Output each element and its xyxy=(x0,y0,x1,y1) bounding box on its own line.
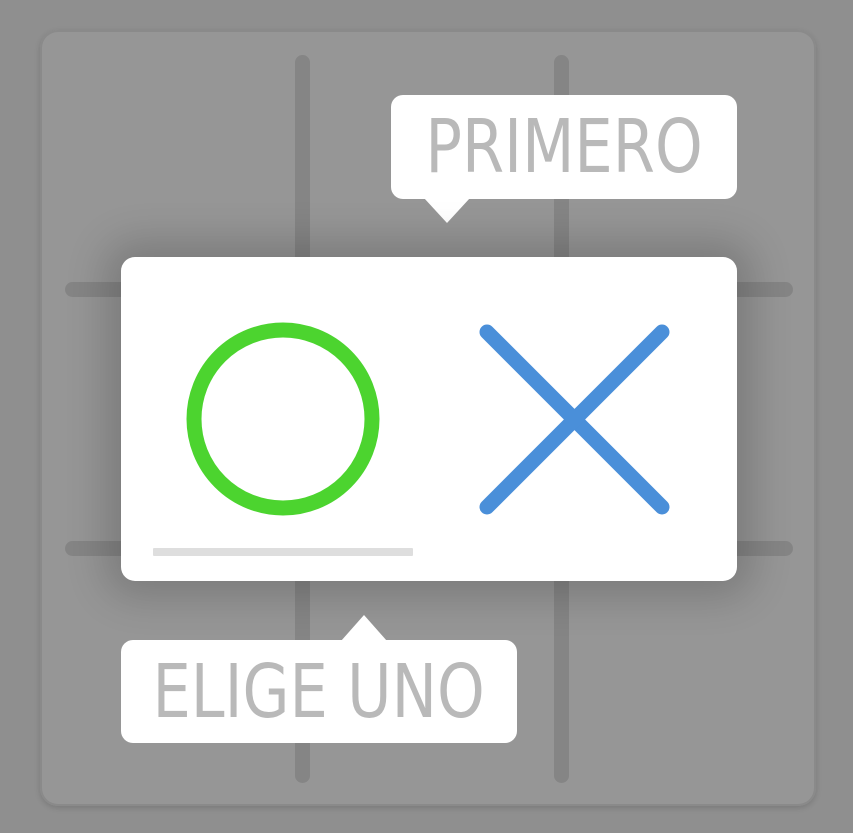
game-screen: PRIMERO ELIGE UNO xyxy=(0,0,853,833)
choose-one-tooltip: ELIGE UNO xyxy=(121,640,517,743)
first-tooltip-pointer xyxy=(424,198,470,223)
cross-x-icon xyxy=(479,324,670,515)
circle-o-icon xyxy=(186,322,380,516)
first-player-label: PRIMERO xyxy=(425,104,703,190)
selection-indicator xyxy=(153,548,413,556)
choose-x-button[interactable] xyxy=(461,307,685,531)
choose-one-label: ELIGE UNO xyxy=(152,648,486,735)
symbol-choice-dialog xyxy=(121,257,737,581)
first-player-tooltip: PRIMERO xyxy=(391,95,737,199)
choose-o-button[interactable] xyxy=(171,307,395,531)
choose-tooltip-pointer xyxy=(341,615,387,641)
